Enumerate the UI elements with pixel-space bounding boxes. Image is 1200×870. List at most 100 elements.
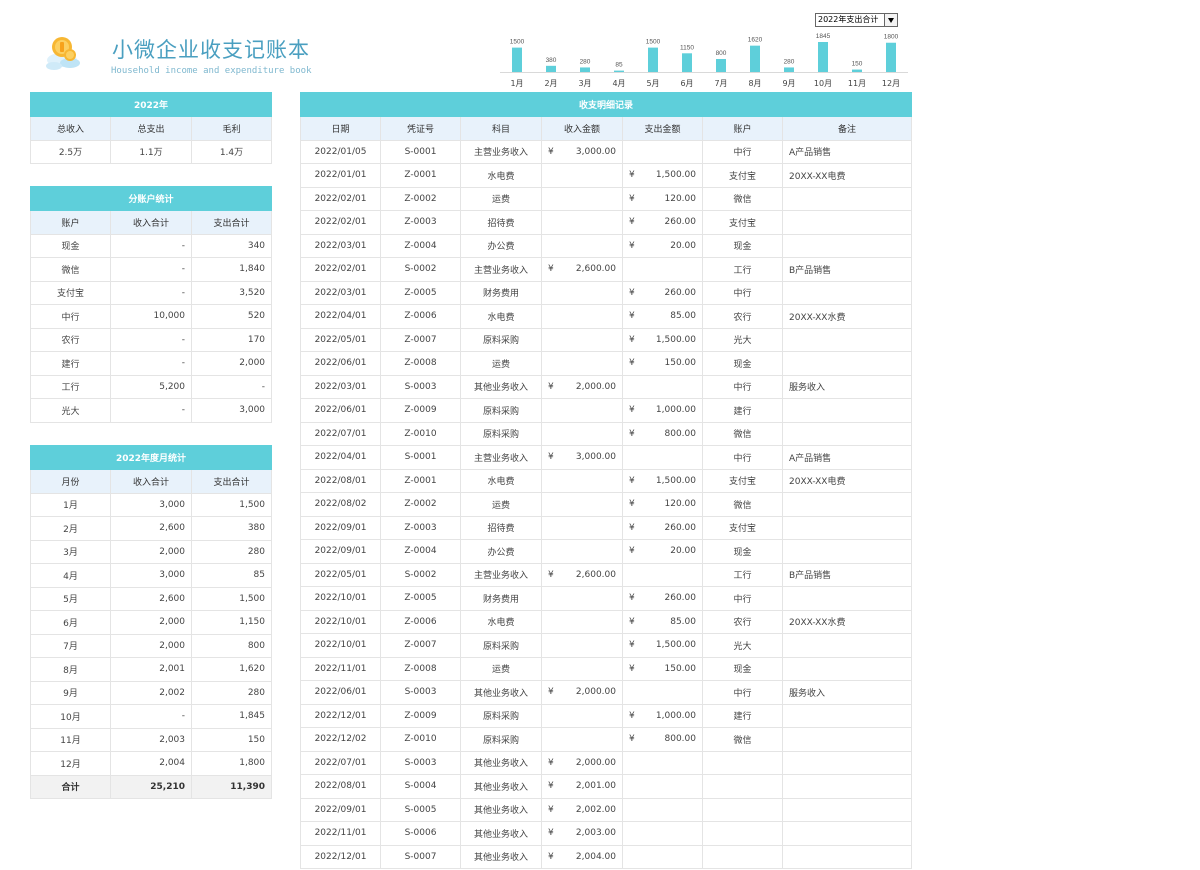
ledger-cell[interactable]: 农行 (702, 609, 783, 634)
ledger-cell[interactable]: 光大 (702, 633, 783, 658)
ledger-cell[interactable]: 中行 (702, 445, 783, 470)
ledger-cell[interactable] (541, 280, 623, 305)
ledger-cell[interactable]: 2022/02/01 (300, 210, 381, 235)
ledger-cell[interactable]: 农行 (702, 304, 783, 329)
ledger-cell[interactable]: Z-0009 (380, 703, 461, 728)
ledger-cell[interactable] (781, 844, 913, 869)
ledger-cell[interactable]: 中行 (702, 280, 783, 305)
ledger-cell[interactable]: ¥1,500.00 (622, 468, 703, 493)
ledger-cell[interactable] (781, 421, 913, 446)
ledger-row[interactable]: 2022/12/01 Z-0009 原料采购 ¥1,000.00 建行 (300, 703, 913, 728)
ledger-cell[interactable]: Z-0003 (380, 515, 461, 540)
ledger-cell[interactable]: B产品销售 (781, 257, 913, 282)
ledger-cell[interactable]: 运费 (460, 492, 542, 517)
ledger-cell[interactable] (781, 233, 913, 258)
ledger-cell[interactable]: 建行 (702, 398, 783, 423)
ledger-cell[interactable]: 2022/06/01 (300, 351, 381, 376)
ledger-row[interactable]: 2022/03/01 Z-0004 办公费 ¥20.00 现金 (300, 233, 913, 258)
ledger-cell[interactable]: S-0003 (380, 750, 461, 775)
ledger-cell[interactable] (622, 139, 703, 164)
ledger-cell[interactable]: Z-0010 (380, 421, 461, 446)
ledger-cell[interactable] (541, 186, 623, 211)
ledger-cell[interactable]: ¥150.00 (622, 656, 703, 681)
ledger-row[interactable]: 2022/07/01 Z-0010 原料采购 ¥800.00 微信 (300, 421, 913, 446)
ledger-cell[interactable] (541, 656, 623, 681)
ledger-cell[interactable]: Z-0001 (380, 163, 461, 188)
ledger-cell[interactable]: Z-0009 (380, 398, 461, 423)
ledger-cell[interactable] (781, 327, 913, 352)
ledger-cell[interactable]: 原料采购 (460, 421, 542, 446)
ledger-cell[interactable] (622, 774, 703, 799)
ledger-cell[interactable]: ¥260.00 (622, 210, 703, 235)
ledger-cell[interactable]: 2022/07/01 (300, 421, 381, 446)
ledger-cell[interactable] (541, 609, 623, 634)
ledger-cell[interactable]: 20XX-XX电费 (781, 163, 913, 188)
ledger-row[interactable]: 2022/01/01 Z-0001 水电费 ¥1,500.00 支付宝 20XX-XX电费 (300, 163, 913, 188)
ledger-cell[interactable]: 其他业务收入 (460, 821, 542, 846)
ledger-cell[interactable]: S-0002 (380, 562, 461, 587)
ledger-cell[interactable]: ¥20.00 (622, 233, 703, 258)
ledger-cell[interactable]: 2022/06/01 (300, 680, 381, 705)
ledger-cell[interactable]: 其他业务收入 (460, 844, 542, 869)
ledger-cell[interactable] (541, 703, 623, 728)
ledger-cell[interactable]: 2022/11/01 (300, 821, 381, 846)
ledger-cell[interactable]: 微信 (702, 727, 783, 752)
ledger-row[interactable]: 2022/12/02 Z-0010 原料采购 ¥800.00 微信 (300, 727, 913, 752)
ledger-cell[interactable] (781, 539, 913, 564)
ledger-cell[interactable] (622, 844, 703, 869)
ledger-cell[interactable]: Z-0002 (380, 492, 461, 517)
ledger-cell[interactable]: 支付宝 (702, 163, 783, 188)
ledger-cell[interactable] (622, 374, 703, 399)
ledger-cell[interactable]: 2022/11/01 (300, 656, 381, 681)
ledger-cell[interactable]: ¥2,000.00 (541, 750, 623, 775)
ledger-cell[interactable]: 2022/12/01 (300, 703, 381, 728)
ledger-cell[interactable]: Z-0006 (380, 304, 461, 329)
ledger-cell[interactable]: S-0003 (380, 680, 461, 705)
ledger-cell[interactable]: 现金 (702, 656, 783, 681)
ledger-cell[interactable] (541, 421, 623, 446)
ledger-cell[interactable]: 20XX-XX水费 (781, 304, 913, 329)
ledger-cell[interactable]: 2022/04/01 (300, 304, 381, 329)
ledger-cell[interactable]: 2022/08/02 (300, 492, 381, 517)
ledger-cell[interactable]: 2022/10/01 (300, 586, 381, 611)
ledger-row[interactable]: 2022/10/01 Z-0005 财务费用 ¥260.00 中行 (300, 586, 913, 611)
ledger-cell[interactable]: 主营业务收入 (460, 257, 542, 282)
ledger-cell[interactable] (781, 703, 913, 728)
ledger-cell[interactable]: ¥1,500.00 (622, 633, 703, 658)
ledger-cell[interactable]: 现金 (702, 351, 783, 376)
ledger-cell[interactable] (622, 257, 703, 282)
ledger-cell[interactable] (781, 633, 913, 658)
ledger-cell[interactable]: 招待费 (460, 210, 542, 235)
ledger-cell[interactable]: 20XX-XX水费 (781, 609, 913, 634)
ledger-row[interactable]: 2022/02/01 Z-0002 运费 ¥120.00 微信 (300, 186, 913, 211)
ledger-row[interactable]: 2022/11/01 S-0006 其他业务收入 ¥2,003.00 (300, 821, 913, 846)
ledger-cell[interactable] (541, 492, 623, 517)
ledger-cell[interactable] (622, 445, 703, 470)
ledger-cell[interactable]: 2022/01/05 (300, 139, 381, 164)
ledger-cell[interactable] (781, 774, 913, 799)
ledger-cell[interactable]: Z-0002 (380, 186, 461, 211)
ledger-row[interactable]: 2022/02/01 Z-0003 招待费 ¥260.00 支付宝 (300, 210, 913, 235)
ledger-cell[interactable]: 其他业务收入 (460, 750, 542, 775)
ledger-cell[interactable]: 2022/10/01 (300, 633, 381, 658)
ledger-cell[interactable]: Z-0005 (380, 586, 461, 611)
ledger-row[interactable]: 2022/08/01 Z-0001 水电费 ¥1,500.00 支付宝 20XX-XX电费 (300, 468, 913, 493)
ledger-cell[interactable]: 运费 (460, 351, 542, 376)
ledger-cell[interactable]: 其他业务收入 (460, 680, 542, 705)
ledger-cell[interactable]: ¥2,600.00 (541, 562, 623, 587)
ledger-row[interactable]: 2022/03/01 Z-0005 财务费用 ¥260.00 中行 (300, 280, 913, 305)
ledger-cell[interactable]: 水电费 (460, 304, 542, 329)
ledger-cell[interactable]: 水电费 (460, 609, 542, 634)
ledger-cell[interactable]: Z-0008 (380, 656, 461, 681)
ledger-cell[interactable]: 主营业务收入 (460, 562, 542, 587)
ledger-row[interactable]: 2022/10/01 Z-0006 水电费 ¥85.00 农行 20XX-XX水费 (300, 609, 913, 634)
ledger-cell[interactable] (622, 680, 703, 705)
ledger-cell[interactable]: 服务收入 (781, 680, 913, 705)
ledger-cell[interactable]: 支付宝 (702, 468, 783, 493)
ledger-cell[interactable]: 其他业务收入 (460, 774, 542, 799)
ledger-cell[interactable]: 2022/07/01 (300, 750, 381, 775)
ledger-cell[interactable] (541, 727, 623, 752)
ledger-cell[interactable]: 招待费 (460, 515, 542, 540)
ledger-cell[interactable] (541, 233, 623, 258)
ledger-cell[interactable]: ¥2,004.00 (541, 844, 623, 869)
